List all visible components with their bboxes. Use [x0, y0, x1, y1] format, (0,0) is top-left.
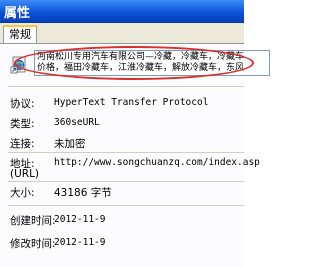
tab-general[interactable]: 常规 — [3, 25, 37, 43]
size-label: 大小: — [10, 187, 35, 199]
internet-shortcut-icon — [10, 56, 26, 74]
file-header: 河南松川专用汽车有限公司—冷藏，冷藏车，冷藏车 价格，福田冷藏车，江淮冷藏车，解… — [8, 46, 270, 80]
connection-value: 未加密 — [54, 138, 86, 150]
divider — [8, 152, 244, 153]
window-title: 属性 — [4, 6, 31, 21]
divider — [8, 205, 244, 206]
divider — [8, 181, 244, 182]
created-value: 2012-11-9 — [54, 214, 106, 225]
file-name-line-2: 价格，福田冷藏车，江淮冷藏车，解放冷藏车，东风 — [37, 63, 245, 73]
file-name-field[interactable]: 河南松川专用汽车有限公司—冷藏，冷藏车，冷藏车 价格，福田冷藏车，江淮冷藏车，解… — [34, 50, 270, 76]
connection-label: 连接: — [10, 138, 35, 150]
created-label: 创建时间: — [10, 215, 56, 227]
tab-strip: 常规 — [0, 23, 244, 44]
address-value[interactable]: http://www.songchuanzq.com/index.asp — [54, 157, 260, 168]
modified-label: 修改时间: — [10, 238, 56, 250]
type-label: 类型: — [10, 118, 35, 130]
properties-panel: 河南松川专用汽车有限公司—冷藏，冷藏车，冷藏车 价格，福田冷藏车，江淮冷藏车，解… — [0, 44, 270, 267]
modified-value: 2012-11-9 — [54, 237, 106, 248]
type-value: 360seURL — [54, 117, 100, 128]
size-value: 43186 字节 — [54, 187, 112, 199]
file-name-line-1: 河南松川专用汽车有限公司—冷藏，冷藏车，冷藏车 — [37, 52, 245, 62]
address-url-label: (URL) — [10, 168, 40, 180]
window-titlebar[interactable]: 属性 — [0, 0, 244, 23]
divider — [8, 86, 244, 87]
protocol-value: HyperText Transfer Protocol — [54, 97, 209, 108]
protocol-label: 协议: — [10, 98, 35, 110]
